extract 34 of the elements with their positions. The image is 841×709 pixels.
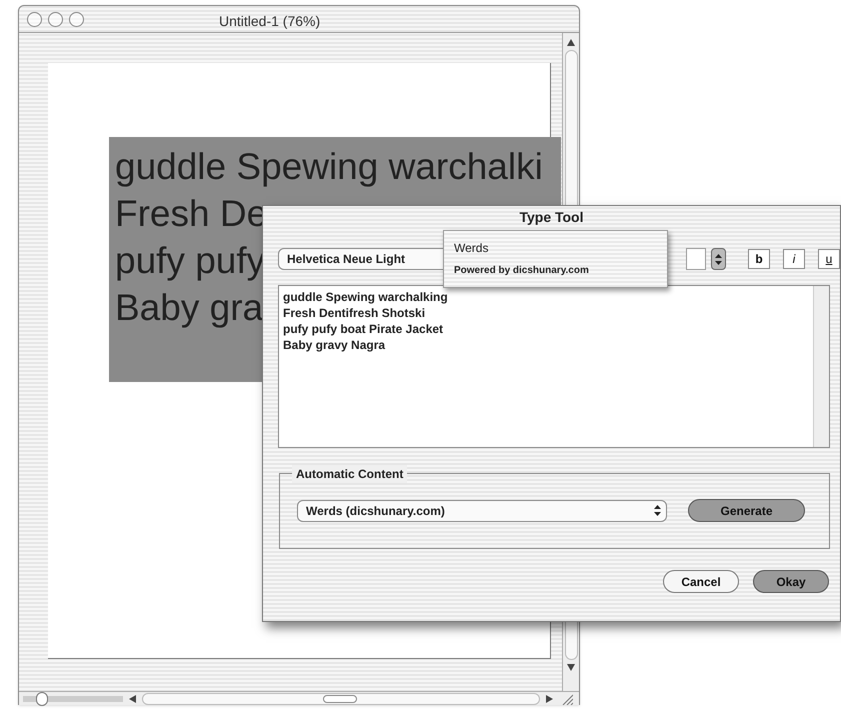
scroll-thumb[interactable] — [323, 694, 357, 702]
text-line: Fresh Dentifresh Shotski — [283, 305, 426, 321]
horizontal-scrollbar[interactable] — [142, 692, 540, 704]
canvas-text-line: guddle Spewing warchalki — [115, 145, 543, 189]
zoom-button[interactable] — [69, 12, 84, 26]
text-line: Baby gravy Nagra — [283, 337, 386, 353]
text-area-scrollbar[interactable] — [813, 286, 829, 447]
right-arrow-icon[interactable] — [546, 694, 553, 702]
dialog-button[interactable]: Okay — [753, 570, 829, 593]
left-arrow-icon[interactable] — [129, 694, 136, 702]
bold-button[interactable]: b — [748, 249, 770, 269]
dialog-button[interactable]: Cancel — [663, 570, 739, 593]
text-line: pufy pufy boat Pirate Jacket — [283, 321, 444, 337]
source-dropdown[interactable]: Werds (dicshunary.com) — [297, 500, 667, 522]
up-arrow-icon[interactable] — [567, 39, 575, 46]
stepper-arrows-icon — [654, 505, 661, 516]
text-line: guddle Spewing warchalking — [283, 289, 448, 305]
window-title: Untitled-1 (76%) — [219, 12, 320, 31]
dialog-title: Type Tool — [519, 208, 584, 227]
slider-thumb[interactable] — [36, 692, 48, 706]
close-button[interactable] — [27, 12, 42, 26]
underline-button[interactable]: u — [818, 249, 840, 269]
resize-grip-icon[interactable] — [561, 692, 573, 704]
minimize-button[interactable] — [48, 12, 63, 26]
generate-button[interactable]: Generate — [688, 499, 805, 522]
text-area[interactable]: guddle Spewing warchalking Fresh Dentifresh Shotski pufy pufy boat Pirate Jacket Baby gravy Nagra — [278, 285, 830, 448]
italic-button[interactable]: i — [783, 249, 805, 269]
canvas-text-line: pufy pufy — [115, 239, 266, 283]
down-arrow-icon[interactable] — [567, 664, 575, 671]
group-label: Automatic Content — [292, 465, 408, 483]
canvas-text-line: Baby gra — [115, 286, 264, 330]
stepper-arrows-icon — [715, 254, 722, 264]
size-field[interactable] — [686, 248, 706, 270]
size-stepper[interactable] — [711, 248, 726, 270]
